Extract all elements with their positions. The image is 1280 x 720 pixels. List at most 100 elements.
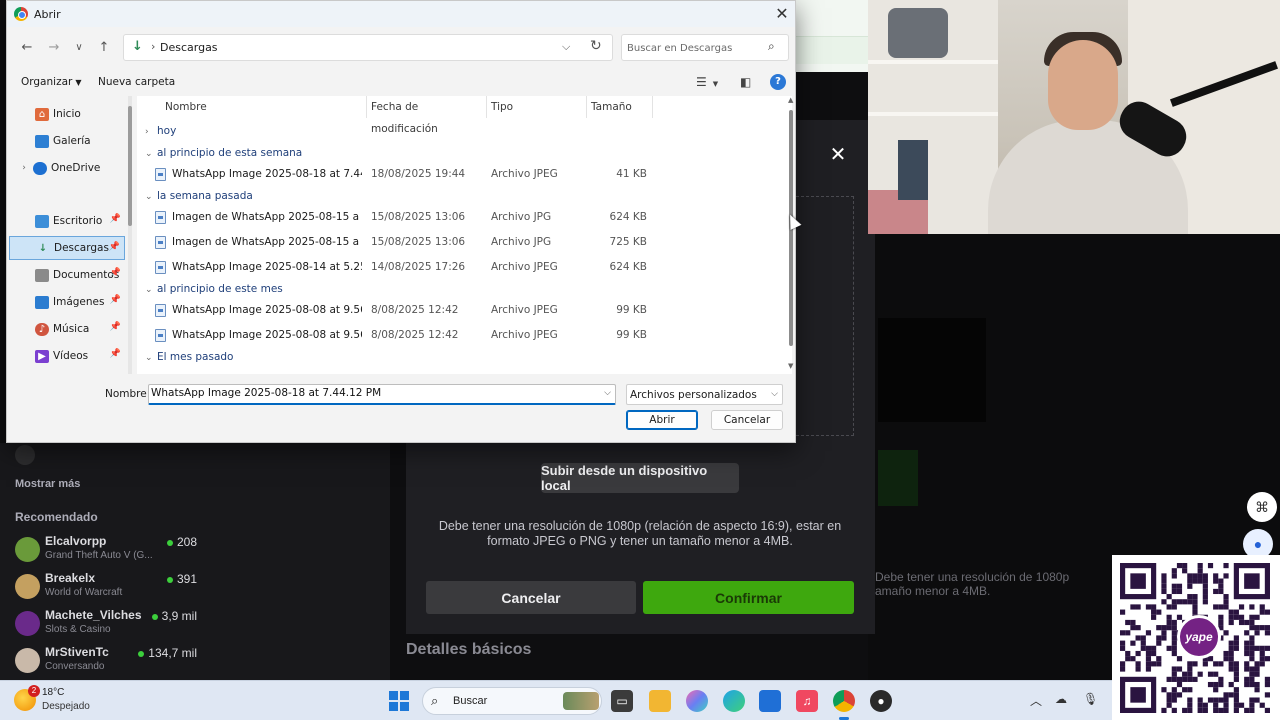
file-row[interactable]: WhatsApp Image 2025-08-18 at 7.44.12 ...… (155, 164, 655, 186)
preview-pane-icon[interactable]: ◧ (740, 75, 751, 89)
modal-close-icon[interactable]: ✕ (828, 145, 848, 165)
sidebar-item-descargas[interactable]: ↓ Descargas 📌 (9, 236, 125, 260)
file-list-scrollbar[interactable]: ▲ ▼ (788, 96, 796, 374)
modal-cancel-button[interactable]: Cancelar (426, 581, 636, 614)
recommended-channel[interactable]: MrStivenTc Conversando 134,7 mil (15, 645, 205, 677)
pin-icon: 📌 (109, 349, 121, 359)
cloud-sync-icon[interactable]: ☁ (1055, 692, 1067, 706)
chrome-browser-icon[interactable] (833, 690, 855, 720)
channel-category: World of Warcraft (45, 587, 123, 598)
column-header-size[interactable]: Tamaño (587, 96, 653, 118)
task-view-icon[interactable]: ▭ (611, 690, 633, 712)
group-header[interactable]: ⌄ al principio de este mes (145, 283, 283, 295)
recording-app-icon[interactable]: ● (870, 690, 892, 712)
file-list: ^ Nombre Fecha de modificación Tipo Tama… (137, 96, 792, 374)
scroll-down-icon[interactable]: ▼ (788, 362, 793, 370)
file-date: 8/08/2025 12:42 (371, 304, 459, 316)
file-explorer-icon[interactable] (649, 690, 671, 712)
column-header-type[interactable]: Tipo (487, 96, 587, 118)
sidebar-item-galeria[interactable]: Galería (9, 129, 125, 153)
viewer-count: 134,7 mil (138, 646, 197, 660)
file-row[interactable]: WhatsApp Image 2025-08-14 at 5.25.57 ...… (155, 257, 655, 279)
forward-arrow-icon[interactable]: → (44, 39, 64, 57)
file-row[interactable]: WhatsApp Image 2025-08-08 at 9.56.09 ...… (155, 325, 655, 347)
sidebar-item-escritorio[interactable]: Escritorio 📌 (9, 209, 125, 233)
filename-input[interactable] (151, 387, 591, 399)
refresh-icon[interactable]: ↻ (590, 38, 602, 54)
search-input[interactable] (627, 40, 767, 56)
file-name: Imagen de WhatsApp 2025-08-15 a las 1... (172, 211, 362, 223)
group-header[interactable]: › hoy (145, 125, 176, 137)
pin-icon: 📌 (109, 214, 121, 224)
chevron-down-icon[interactable]: ⌵ (604, 388, 611, 398)
file-row[interactable]: WhatsApp Image 2025-08-08 at 9.56.09 ...… (155, 300, 655, 322)
modal-confirm-button[interactable]: Confirmar (643, 581, 854, 614)
desktop-icon (35, 214, 49, 228)
file-type-filter[interactable]: Archivos personalizados ⌵ (626, 384, 783, 405)
recommended-channel[interactable]: Elcalvorpp Grand Theft Auto V (G... 208 (15, 534, 205, 566)
expand-chevron-icon[interactable]: › (17, 163, 31, 173)
group-header[interactable]: ⌄ El mes pasado (145, 351, 233, 363)
sidebar-item-videos[interactable]: ▶ Vídeos 📌 (9, 344, 125, 368)
recent-locations-chevron-icon[interactable]: ∨ (69, 39, 89, 57)
sidebar-item-musica[interactable]: ♪ Música 📌 (9, 317, 125, 341)
column-header-modified[interactable]: Fecha de modificación (367, 96, 487, 135)
cancel-button[interactable]: Cancelar (711, 410, 783, 430)
help-icon[interactable]: ? (770, 74, 786, 90)
file-row[interactable]: Imagen de WhatsApp 2025-08-15 a las 1...… (155, 207, 655, 229)
navigation-scrollbar[interactable] (128, 96, 132, 374)
yape-logo: yape (1177, 615, 1221, 659)
channel-name: Machete_Vilches (45, 608, 142, 622)
microsoft-store-icon[interactable] (759, 690, 781, 712)
file-row[interactable]: Imagen de WhatsApp 2025-08-15 a las 1...… (155, 232, 655, 254)
copilot-icon[interactable] (686, 690, 708, 712)
document-icon (35, 268, 49, 282)
new-folder-button[interactable]: Nueva carpeta (98, 76, 175, 88)
sidebar-item-inicio[interactable]: ⌂ Inicio (9, 102, 125, 126)
organize-menu[interactable]: Organizar ▼ (21, 76, 82, 88)
gallery-icon (35, 134, 49, 148)
up-arrow-icon[interactable]: ↑ (94, 39, 114, 57)
weather-widget[interactable]: 2 18°C Despejado (14, 685, 124, 717)
microphone-icon[interactable]: 🎙 (1083, 692, 1098, 706)
image-file-icon (155, 304, 166, 317)
scroll-up-icon[interactable]: ▲ (788, 96, 793, 104)
edge-browser-icon[interactable] (723, 690, 745, 712)
recommended-channel[interactable]: Machete_Vilches Slots & Casino 3,9 mil (15, 608, 205, 640)
view-options-icon[interactable]: ☰ ▼ (696, 75, 718, 89)
open-button[interactable]: Abrir (626, 410, 698, 430)
sidebar-item-imagenes[interactable]: Imágenes 📌 (9, 290, 125, 314)
avatar (15, 537, 40, 562)
address-dropdown-icon[interactable]: ⌵ (562, 40, 570, 54)
file-name: Imagen de WhatsApp 2025-08-15 a las 1... (172, 236, 362, 248)
start-button-icon[interactable] (389, 691, 409, 711)
file-date: 8/08/2025 12:42 (371, 329, 459, 341)
group-header[interactable]: ⌄ al principio de esta semana (145, 147, 302, 159)
taskbar-search[interactable]: ⌕ Buscar (422, 687, 602, 715)
chevron-down-icon: ⌵ (771, 389, 778, 399)
file-type: Archivo JPEG (491, 304, 558, 316)
address-bar[interactable]: ↓ › Descargas ⌵ ↻ (123, 34, 613, 61)
apps-grid-icon[interactable]: ⌘ (1247, 492, 1277, 522)
breadcrumb-current[interactable]: Descargas (160, 41, 218, 54)
filename-field[interactable]: ⌵ (148, 384, 616, 405)
show-more-link[interactable]: Mostrar más (15, 478, 80, 490)
sidebar-item-onedrive[interactable]: › OneDrive (9, 156, 125, 180)
recommended-channel[interactable]: Breakelx World of Warcraft 391 (15, 571, 205, 603)
file-type: Archivo JPEG (491, 168, 558, 180)
image-file-icon (155, 236, 166, 249)
file-date: 15/08/2025 13:06 (371, 236, 466, 248)
search-box[interactable]: ⌕ (621, 34, 789, 61)
music-app-icon[interactable]: ♫ (796, 690, 818, 712)
close-icon[interactable]: ✕ (769, 3, 795, 25)
sidebar-item-documentos[interactable]: Documentos 📌 (9, 263, 125, 287)
column-header-name[interactable]: Nombre (161, 96, 367, 118)
back-arrow-icon[interactable]: ← (17, 39, 37, 57)
upload-local-button[interactable]: Subir desde un dispositivo local (541, 463, 739, 493)
show-hidden-icons-icon[interactable]: ︿ (1030, 692, 1042, 709)
group-header[interactable]: ⌄ la semana pasada (145, 190, 253, 202)
background-banner (796, 36, 868, 64)
viewer-count: 3,9 mil (151, 609, 197, 623)
channel-name: Elcalvorpp (45, 534, 107, 548)
image-file-icon (155, 261, 166, 274)
